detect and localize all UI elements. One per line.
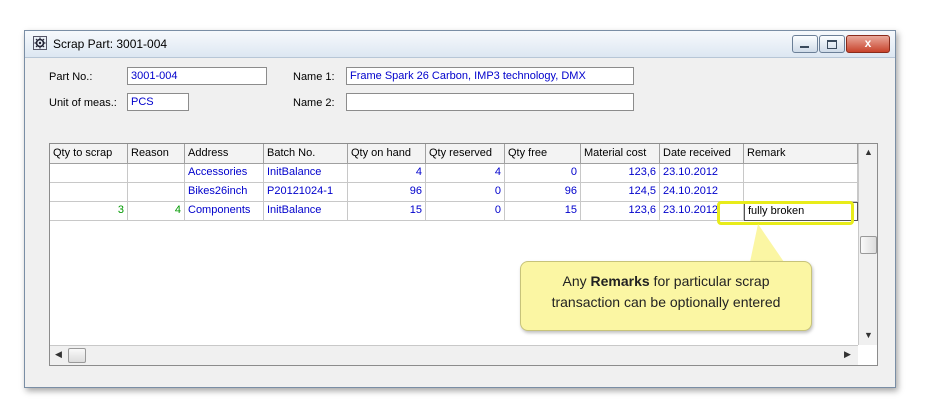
col-remark[interactable]: Remark <box>744 144 858 164</box>
table-cell-qty-to-scrap[interactable] <box>50 183 128 202</box>
name1-field[interactable]: Frame Spark 26 Carbon, IMP3 technology, … <box>346 67 634 85</box>
callout-line1: for particular scrap <box>649 273 770 289</box>
table-cell-address[interactable]: Components <box>185 202 264 221</box>
horizontal-scrollbar[interactable]: ◀ ▶ <box>50 345 858 365</box>
table-cell-qty-to-scrap[interactable] <box>50 164 128 183</box>
part-no-label: Part No.: <box>49 71 93 83</box>
name2-label: Name 2: <box>293 97 335 109</box>
remarks-callout: Any Remarks for particular scrap transac… <box>520 261 812 331</box>
uom-field[interactable]: PCS <box>127 93 189 111</box>
name1-label: Name 1: <box>293 71 335 83</box>
table-cell-batch[interactable]: InitBalance <box>264 164 348 183</box>
table-cell-qty-free[interactable]: 96 <box>505 183 581 202</box>
callout-pointer <box>750 224 784 262</box>
table-cell-qty-free[interactable]: 15 <box>505 202 581 221</box>
vertical-scrollbar[interactable]: ▲ ▼ <box>858 144 877 345</box>
table-cell-qty-reserved[interactable]: 0 <box>426 183 505 202</box>
table-cell-material-cost[interactable]: 123,6 <box>581 202 660 221</box>
scroll-up-icon[interactable]: ▲ <box>864 147 873 157</box>
table-cell-qty-free[interactable]: 0 <box>505 164 581 183</box>
horizontal-scroll-thumb[interactable] <box>68 348 86 363</box>
callout-bold: Remarks <box>590 273 650 289</box>
scroll-down-icon[interactable]: ▼ <box>864 330 873 340</box>
col-date-received[interactable]: Date received <box>660 144 744 164</box>
table-cell-qty-to-scrap[interactable]: 3 <box>50 202 128 221</box>
part-no-field[interactable]: 3001-004 <box>127 67 267 85</box>
table-cell-address[interactable]: Bikes26inch <box>185 183 264 202</box>
table-cell-material-cost[interactable]: 124,5 <box>581 183 660 202</box>
col-qty-reserved[interactable]: Qty reserved <box>426 144 505 164</box>
maximize-icon <box>827 40 837 49</box>
scroll-right-icon[interactable]: ▶ <box>844 349 851 360</box>
close-button[interactable]: x <box>846 35 890 53</box>
remark-highlight <box>717 201 854 225</box>
table-cell-batch[interactable]: P20121024-1 <box>264 183 348 202</box>
table-cell-qty-on-hand[interactable]: 15 <box>348 202 426 221</box>
table-cell-date-received[interactable]: 24.10.2012 <box>660 183 744 202</box>
table-cell-remark[interactable] <box>744 164 858 183</box>
table-cell-qty-on-hand[interactable]: 96 <box>348 183 426 202</box>
uom-label: Unit of meas.: <box>49 97 117 109</box>
scroll-left-icon[interactable]: ◀ <box>55 349 62 360</box>
col-material-cost[interactable]: Material cost <box>581 144 660 164</box>
table-cell-material-cost[interactable]: 123,6 <box>581 164 660 183</box>
callout-prefix: Any <box>562 273 591 289</box>
table-cell-address[interactable]: Accessories <box>185 164 264 183</box>
table-cell-reason[interactable]: 4 <box>128 202 185 221</box>
table-cell-reason[interactable] <box>128 164 185 183</box>
gear-icon <box>33 36 47 50</box>
close-icon: x <box>864 36 872 50</box>
minimize-button[interactable] <box>792 35 818 53</box>
callout-line2: transaction can be optionally entered <box>551 294 781 310</box>
col-qty-free[interactable]: Qty free <box>505 144 581 164</box>
col-qty-on-hand[interactable]: Qty on hand <box>348 144 426 164</box>
col-qty-to-scrap[interactable]: Qty to scrap <box>50 144 128 164</box>
table-cell-qty-on-hand[interactable]: 4 <box>348 164 426 183</box>
table-cell-reason[interactable] <box>128 183 185 202</box>
col-address[interactable]: Address <box>185 144 264 164</box>
table-cell-remark[interactable] <box>744 183 858 202</box>
col-batch-no[interactable]: Batch No. <box>264 144 348 164</box>
vertical-scroll-thumb[interactable] <box>860 236 877 254</box>
table-cell-date-received[interactable]: 23.10.2012 <box>660 164 744 183</box>
table-cell-batch[interactable]: InitBalance <box>264 202 348 221</box>
table-cell-qty-reserved[interactable]: 0 <box>426 202 505 221</box>
name2-field[interactable] <box>346 93 634 111</box>
table-cell-qty-reserved[interactable]: 4 <box>426 164 505 183</box>
window-title: Scrap Part: 3001-004 <box>53 37 168 51</box>
maximize-button[interactable] <box>819 35 845 53</box>
minimize-icon <box>800 46 809 48</box>
col-reason[interactable]: Reason <box>128 144 185 164</box>
title-bar[interactable]: Scrap Part: 3001-004 x <box>25 31 895 58</box>
